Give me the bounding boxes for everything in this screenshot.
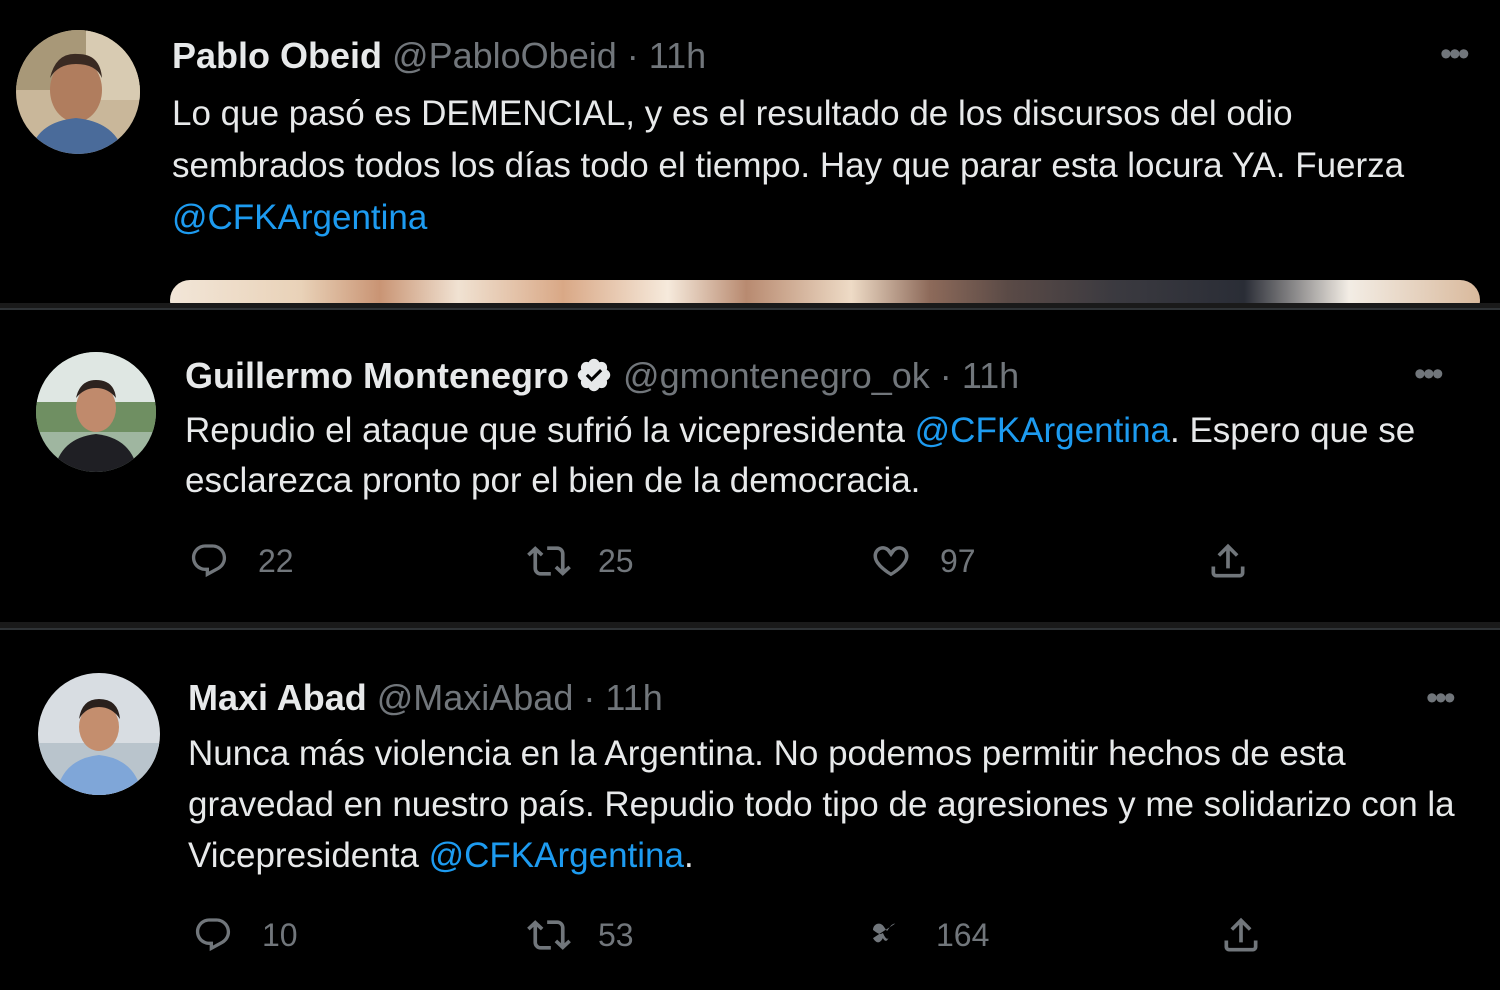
mention-link[interactable]: @CFKArgentina	[429, 836, 684, 875]
like-button[interactable]: 164	[864, 912, 989, 958]
avatar[interactable]	[38, 673, 160, 795]
more-dots-icon[interactable]: •••	[1440, 37, 1470, 71]
retweet-count: 25	[598, 542, 634, 579]
tweet-text-start: Nunca más violencia en la Argentina. No …	[188, 734, 1455, 875]
heart-icon	[868, 538, 914, 584]
reply-icon	[186, 538, 232, 584]
like-count: 97	[940, 542, 976, 579]
avatar[interactable]	[36, 352, 156, 472]
separator-dot: ·	[583, 677, 596, 718]
share-button[interactable]	[1205, 538, 1251, 584]
reply-count: 22	[258, 542, 294, 579]
share-icon	[1205, 538, 1251, 584]
tweet-header: Maxi Abad @MaxiAbad · 11h	[188, 678, 663, 718]
avatar[interactable]	[16, 30, 140, 154]
action-bar: 10 53 164	[0, 912, 1500, 962]
tweet-text-start: Lo que pasó es DEMENCIAL, y es el result…	[172, 94, 1405, 185]
more-dots-icon[interactable]: •••	[1426, 681, 1456, 715]
author-handle[interactable]: @PabloObeid	[392, 35, 617, 76]
share-icon	[1218, 912, 1264, 958]
tweet-text-end: .	[683, 836, 694, 875]
retweet-icon	[526, 538, 572, 584]
tweet-text: Nunca más violencia en la Argentina. No …	[188, 728, 1463, 881]
reply-icon	[190, 912, 236, 958]
timestamp[interactable]: 11h	[605, 677, 662, 718]
retweet-icon	[526, 912, 572, 958]
timestamp[interactable]: 11h	[649, 35, 706, 76]
author-name[interactable]: Maxi Abad	[188, 677, 367, 718]
tweet-maxi-abad[interactable]: Maxi Abad @MaxiAbad · 11h ••• Nunca más …	[0, 628, 1500, 990]
tweet-pablo-obeid[interactable]: Pablo Obeid @PabloObeid · 11h ••• Lo que…	[0, 0, 1500, 303]
tweet-media-image[interactable]	[170, 280, 1480, 303]
reply-button[interactable]: 10	[190, 912, 298, 958]
mention-link[interactable]: @CFKArgentina	[172, 198, 427, 237]
heart-icon	[864, 912, 910, 958]
author-name[interactable]: Pablo Obeid	[172, 35, 382, 76]
tweet-header: Guillermo Montenegro @gmontenegro_ok · 1…	[185, 356, 1019, 402]
separator-dot: ·	[939, 355, 952, 396]
tweet-text: Repudio el ataque que sufrió la vicepres…	[185, 406, 1460, 506]
share-button[interactable]	[1218, 912, 1264, 958]
action-bar: 22 25 97	[0, 538, 1500, 588]
separator-dot: ·	[626, 35, 639, 76]
tweet-text-start: Repudio el ataque que sufrió la vicepres…	[185, 411, 915, 450]
author-name[interactable]: Guillermo Montenegro	[185, 355, 569, 396]
retweet-button[interactable]: 53	[526, 912, 634, 958]
reply-count: 10	[262, 916, 298, 953]
more-dots-icon[interactable]: •••	[1414, 357, 1444, 391]
verified-badge-icon	[575, 356, 613, 402]
like-count: 164	[936, 916, 990, 953]
retweet-button[interactable]: 25	[526, 538, 634, 584]
retweet-count: 53	[598, 916, 634, 953]
tweet-header: Pablo Obeid @PabloObeid · 11h	[172, 36, 706, 76]
tweet-text: Lo que pasó es DEMENCIAL, y es el result…	[172, 88, 1462, 244]
tweet-guillermo-montenegro[interactable]: Guillermo Montenegro @gmontenegro_ok · 1…	[0, 308, 1500, 622]
author-handle[interactable]: @gmontenegro_ok	[623, 355, 930, 396]
timestamp[interactable]: 11h	[962, 355, 1019, 396]
author-handle[interactable]: @MaxiAbad	[377, 677, 574, 718]
like-button[interactable]: 97	[868, 538, 976, 584]
mention-link[interactable]: @CFKArgentina	[915, 411, 1170, 450]
reply-button[interactable]: 22	[186, 538, 294, 584]
